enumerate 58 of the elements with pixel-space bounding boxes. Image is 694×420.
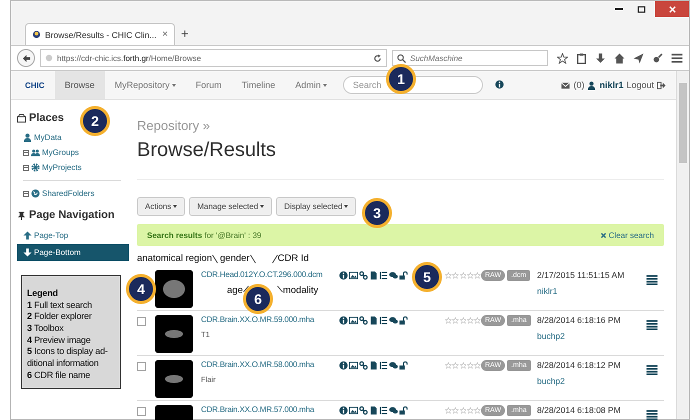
date-text: 2/17/2015 11:51:15 AM [537,270,626,280]
callout-badge: 2 [80,106,110,136]
nav-item[interactable]: Browse [54,71,105,99]
message-count[interactable]: (0) [573,80,584,90]
callout-badge: 5 [412,262,442,292]
browser-search-field[interactable]: SuchMaschine [392,50,548,66]
file-name-link[interactable]: CDR.Brain.XX.O.MR.59.000.mha [201,315,339,324]
file-name-link[interactable]: CDR.Brain.XX.O.MR.58.000.mha [201,360,339,369]
toolbar-dropdown[interactable]: Display selected [276,197,356,216]
legend-item: 3 Toolbox [27,323,65,335]
nav-item[interactable]: Timeline [232,71,286,99]
legend-item: 6 CDR file name [27,370,92,382]
date-text: 8/28/2014 6:18:12 PM [537,360,622,370]
date-text: 8/28/2014 6:18:08 PM [537,405,622,415]
nav-item[interactable]: MyRepository [104,71,186,99]
nav-item[interactable]: Forum [186,71,232,99]
tab-close-button[interactable]: × [162,29,168,40]
legend-item: 5 Icons to display ad-ditional information [27,346,109,370]
browser-tab[interactable]: Browse/Results - CHIC Clin... × [25,23,175,45]
places-heading: Places [17,112,64,124]
file-name-link[interactable]: CDR.Head.012Y.O.CT.296.000.dcm [201,270,339,279]
page-navigation-heading: Page Navigation [17,209,115,221]
owner-link[interactable]: buchp2 [537,376,639,386]
legend-item: 2 Folder explorer [27,311,93,324]
logout-link[interactable]: Logout [626,80,654,90]
owner-link[interactable]: niklr1 [537,286,639,296]
toolbar-dropdown[interactable]: Actions [137,197,186,216]
page-navigation-link[interactable]: Page-Bottom [17,244,129,261]
annotation-label: modality [282,285,318,296]
search-results-text: Search results for '@Brain' : 39 [147,230,262,240]
callout-badge: 4 [126,274,156,304]
folder-item[interactable]: MyProjects [17,160,129,175]
annotation-label: age [227,285,243,296]
folder-item[interactable]: SharedFolders [17,186,129,201]
legend-item: 1 Full text search [27,300,93,312]
new-tab-button[interactable]: + [181,23,189,45]
nav-item[interactable]: Admin [285,71,337,99]
page-title: Browse/Results [137,139,277,162]
address-bar[interactable]: https://cdr-chic.ics.forth.gr/Home/Browse [40,49,387,67]
folder-item[interactable]: MyGroups [17,145,129,160]
user-name[interactable]: niklr1 [599,80,624,90]
tab-title: Browse/Results - CHIC Clin... [45,30,156,40]
date-text: 8/28/2014 6:18:16 PM [537,315,622,325]
legend-title: Legend [27,288,59,300]
browser-search-input[interactable]: SuchMaschine [410,54,530,62]
file-name-link[interactable]: CDR.Brain.XX.O.MR.57.000.mha [201,405,339,414]
url-text: https://cdr-chic.ics.forth.gr/Home/Browse [57,54,202,62]
page-navigation-link[interactable]: Page-Top [17,227,129,244]
callout-badge: 6 [243,284,273,314]
legend-item: 4 Preview image [27,334,92,346]
clear-search-link[interactable]: Clear search [600,230,654,240]
annotation-label: gender [220,253,250,264]
annotation-label: CDR Id [278,253,309,264]
toolbar-dropdown[interactable]: Manage selected [189,197,272,216]
owner-link[interactable]: buchp2 [537,331,639,341]
annotation-label: anatomical region [137,253,212,264]
callout-badge: 3 [362,198,392,228]
site-logo[interactable]: CHIC [25,71,55,99]
